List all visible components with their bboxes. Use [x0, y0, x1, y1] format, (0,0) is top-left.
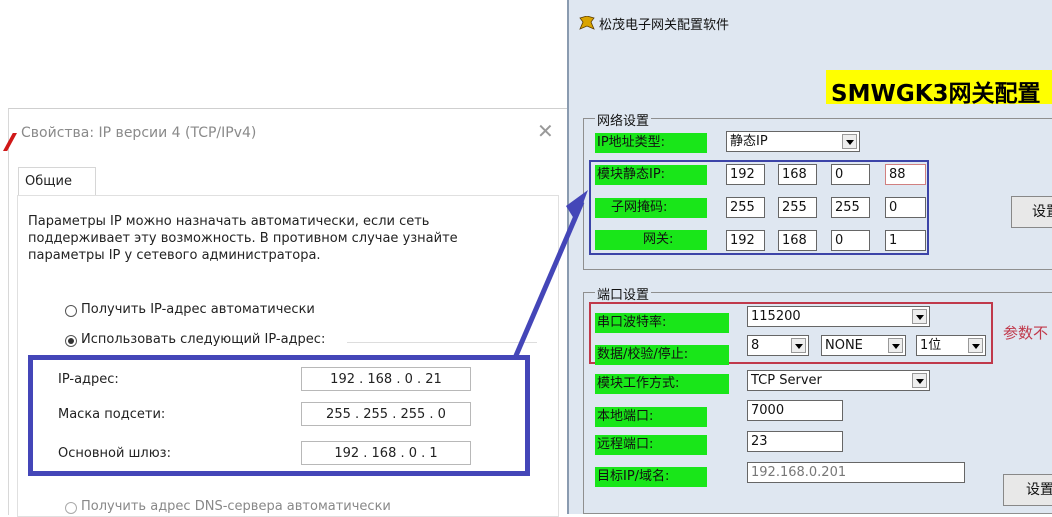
annotation-arrow-icon [512, 190, 588, 359]
